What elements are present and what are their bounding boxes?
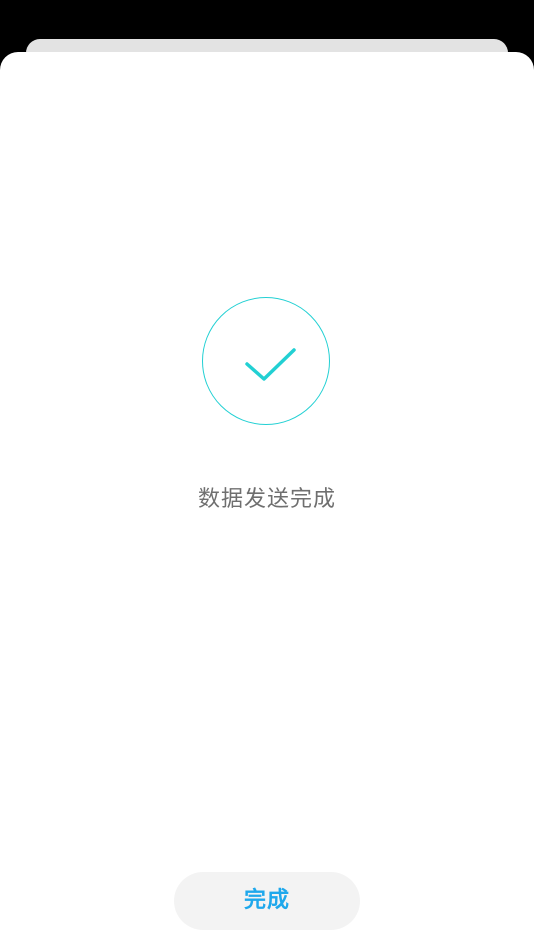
success-circle <box>202 297 330 425</box>
bottom-sheet: 数据发送完成 完成 <box>0 52 534 950</box>
screen: 数据发送完成 完成 <box>0 0 534 950</box>
status-message: 数据发送完成 <box>197 487 336 512</box>
done-button[interactable]: 完成 <box>174 872 360 930</box>
checkmark-icon <box>245 348 296 381</box>
